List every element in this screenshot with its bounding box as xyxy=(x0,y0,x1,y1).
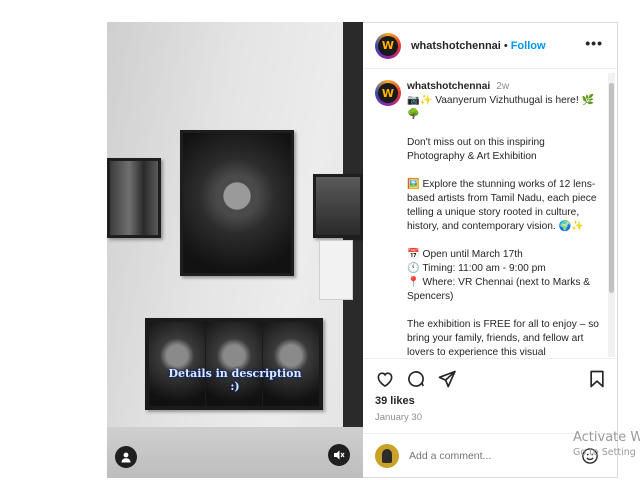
mute-button[interactable] xyxy=(328,444,350,466)
author-username[interactable]: whatshotchennai xyxy=(411,40,501,52)
wall-text-note xyxy=(319,240,353,300)
instagram-post-page: Details in description :) W whatshotchen… xyxy=(0,0,640,480)
caption-scrollbar[interactable] xyxy=(608,73,615,357)
media-overlay-caption: Details in description :) xyxy=(168,367,302,393)
follow-button[interactable]: Follow xyxy=(511,40,546,52)
scrollbar-thumb[interactable] xyxy=(609,83,614,293)
caption-time[interactable]: 2w xyxy=(496,81,509,92)
likes-count[interactable]: 39 likes xyxy=(375,395,415,407)
caption-username[interactable]: whatshotchennai xyxy=(407,81,490,92)
comment-icon[interactable] xyxy=(406,369,426,389)
post-date[interactable]: January 30 xyxy=(375,412,422,423)
caption-line: 🖼️ Explore the stunning works of 12 lens… xyxy=(407,179,597,232)
header-separator: • xyxy=(503,39,508,52)
more-options-icon[interactable]: ••• xyxy=(585,35,603,51)
post-media[interactable]: Details in description :) xyxy=(107,22,363,478)
caption-line: 📅 Open until March 17th xyxy=(407,249,523,260)
viewer-avatar xyxy=(375,444,399,468)
framed-photo-right xyxy=(313,174,363,238)
heart-icon[interactable] xyxy=(375,369,395,389)
caption-author-avatar[interactable]: W xyxy=(375,80,401,106)
brand-logo-icon: W xyxy=(381,39,395,52)
framed-photo-portrait xyxy=(180,130,294,276)
caption-line: 📷✨ Vaanyerum Vizhuthugal is here! 🌿🌳 xyxy=(407,95,595,120)
brand-logo-icon: W xyxy=(381,86,395,100)
share-icon[interactable] xyxy=(437,369,457,389)
speaker-muted-icon xyxy=(334,450,345,460)
watermark-line2: Go to Setting xyxy=(573,447,636,458)
watermark-line1: Activate W xyxy=(573,430,640,445)
gallery-floor xyxy=(107,427,363,478)
caption-line: Don't miss out on this inspiring Photogr… xyxy=(407,137,545,162)
post-actions: 39 likes January 30 xyxy=(363,358,617,428)
framed-photo-triptych xyxy=(145,318,323,410)
post-header: W whatshotchennai • Follow ••• xyxy=(363,23,617,69)
tagged-user-button[interactable] xyxy=(115,446,137,468)
windows-activation-watermark: Activate W Go to Setting xyxy=(573,430,640,458)
caption-line: 📍 Where: VR Chennai (next to Marks & Spe… xyxy=(407,277,591,302)
user-icon xyxy=(121,452,131,463)
bookmark-icon[interactable] xyxy=(587,369,607,389)
caption-scroll-area[interactable]: W whatshotchennai 2w 📷✨ Vaanyerum Vizhuth… xyxy=(363,70,617,358)
framed-photo-bookshelf xyxy=(107,158,161,238)
comment-input[interactable] xyxy=(409,450,579,462)
caption-line: The exhibition is FREE for all to enjoy … xyxy=(407,319,599,358)
caption-line: 🕚 Timing: 11:00 am - 9:00 pm xyxy=(407,263,546,274)
caption-text: whatshotchennai 2w 📷✨ Vaanyerum Vizhuthug… xyxy=(407,80,603,358)
post-info-panel: W whatshotchennai • Follow ••• W whatsho… xyxy=(363,22,618,478)
author-avatar[interactable]: W xyxy=(375,32,401,59)
